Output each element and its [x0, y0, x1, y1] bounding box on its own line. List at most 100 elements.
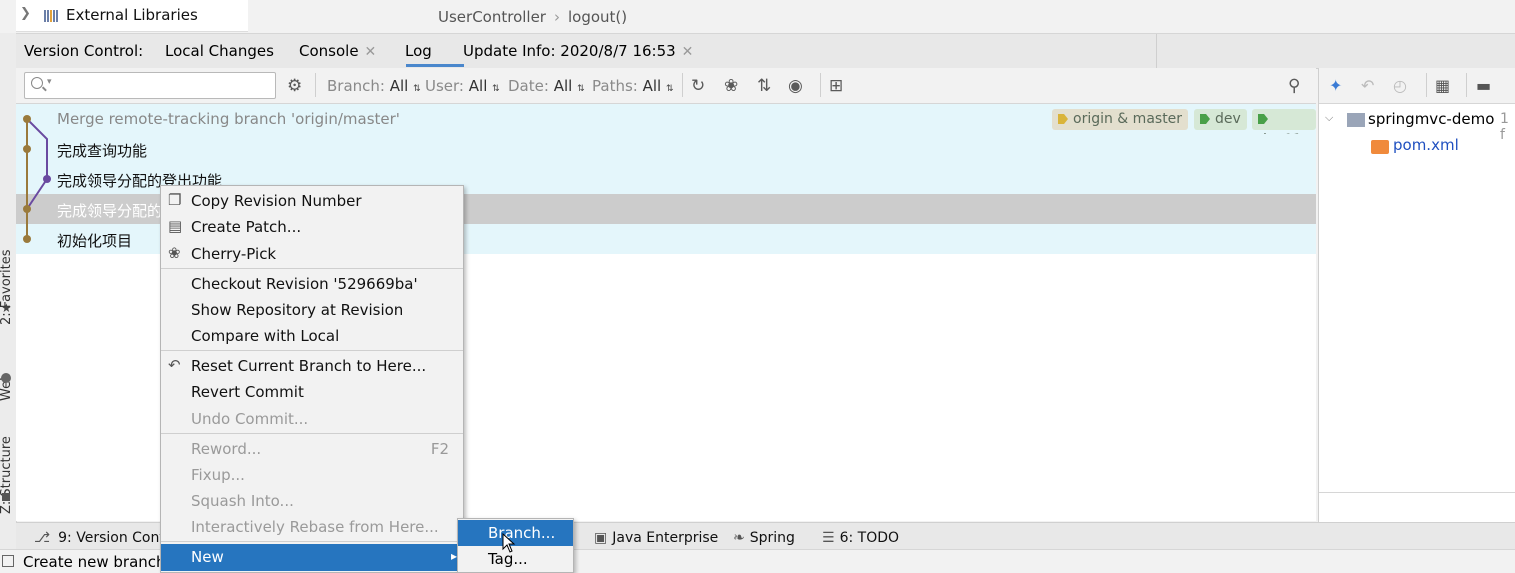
- history-icon[interactable]: ◴: [1393, 76, 1407, 95]
- java-enterprise-icon: ▣: [594, 530, 608, 546]
- menu-item-label: Revert Commit: [191, 383, 304, 401]
- filter-value: All: [389, 77, 409, 95]
- group-by-icon[interactable]: ▦: [1435, 76, 1450, 95]
- tab-console[interactable]: Console ✕: [299, 42, 376, 60]
- menu-item-cherry-pick[interactable]: ❀ Cherry-Pick: [161, 241, 463, 267]
- gear-icon[interactable]: ⚙: [287, 76, 302, 96]
- menu-item-label: Show Repository at Revision: [191, 301, 404, 319]
- cherry-pick-icon[interactable]: ❀: [724, 76, 738, 96]
- eye-icon[interactable]: ◉: [788, 76, 803, 96]
- updown-icon: ⇅: [413, 84, 421, 94]
- close-icon[interactable]: ✕: [365, 44, 377, 60]
- todo-tool-button[interactable]: ☰ 6: TODO: [822, 530, 899, 546]
- tab-log[interactable]: Log: [405, 42, 432, 60]
- date-filter[interactable]: Date: All ⇅: [508, 77, 585, 95]
- new-tab-icon[interactable]: ⊞: [829, 76, 843, 96]
- menu-item-copy-revision-number[interactable]: ❐ Copy Revision Number: [161, 188, 463, 214]
- menu-item-label: Interactively Rebase from Here...: [191, 518, 439, 536]
- breadcrumb-item[interactable]: logout(): [568, 8, 627, 26]
- refresh-icon[interactable]: ↻: [691, 76, 705, 96]
- tag-icon: [1058, 114, 1068, 124]
- ref-label: origin & master: [1073, 111, 1183, 127]
- divider: [682, 73, 683, 97]
- menu-item-label: Reset Current Branch to Here...: [191, 357, 427, 375]
- structure-tool-button[interactable]: Z: Structure: [0, 436, 14, 514]
- commit-node: [23, 205, 31, 213]
- menu-item-label: Undo Commit...: [191, 410, 309, 428]
- details-bottom-area: [1319, 492, 1515, 523]
- reset-icon: ↶: [168, 356, 181, 374]
- chevron-down-icon[interactable]: ⌵: [1325, 111, 1333, 125]
- filter-name: User:: [425, 77, 464, 95]
- menu-item-squash-into: Squash Into...: [161, 488, 463, 514]
- branch-filter[interactable]: Branch: All ⇅: [327, 77, 421, 95]
- menu-item-create-patch[interactable]: ▤ Create Patch...: [161, 214, 463, 240]
- tag-icon: [1258, 114, 1268, 124]
- project-tree-row-external-libraries[interactable]: ❯ External Libraries: [16, 0, 248, 32]
- status-toggle-icon[interactable]: [2, 555, 14, 567]
- tool-label: 6: TODO: [839, 530, 900, 546]
- menu-item-label: Copy Revision Number: [191, 192, 362, 210]
- spring-tool-button[interactable]: ❧ Spring: [733, 530, 795, 546]
- tag-icon: [1200, 114, 1210, 124]
- tab-local-changes[interactable]: Local Changes: [165, 42, 274, 60]
- search-history-dropdown-icon[interactable]: ▾: [47, 77, 52, 87]
- tab-update-info[interactable]: Update Info: 2020/8/7 16:53 ✕: [463, 42, 693, 60]
- menu-item-label: Create Patch...: [191, 218, 302, 236]
- menu-item-revert-commit[interactable]: Revert Commit: [161, 379, 463, 405]
- patch-icon: ▤: [168, 217, 183, 235]
- copy-icon: ❐: [168, 191, 182, 209]
- breadcrumb-separator-icon: ›: [553, 8, 560, 26]
- tab-label: Console: [299, 42, 359, 60]
- updown-icon: ⇅: [577, 84, 585, 94]
- sort-icon[interactable]: ⇅: [757, 76, 771, 96]
- paths-filter[interactable]: Paths: All ⇅: [592, 77, 674, 95]
- menu-item-reset-branch[interactable]: ↶ Reset Current Branch to Here...: [161, 353, 463, 379]
- changed-file-label[interactable]: pom.xml: [1393, 136, 1459, 154]
- layout-icon[interactable]: ▬: [1476, 76, 1491, 95]
- user-filter[interactable]: User: All ⇅: [425, 77, 500, 95]
- menu-item-compare-with-local[interactable]: Compare with Local: [161, 323, 463, 349]
- menu-item-label: Branch...: [488, 524, 556, 542]
- undo-icon[interactable]: ↶: [1361, 76, 1374, 95]
- commit-graph: [23, 115, 51, 243]
- menu-item-label: Fixup...: [191, 466, 245, 484]
- divider: [1156, 34, 1157, 68]
- tool-window-title: Version Control:: [24, 42, 144, 60]
- menu-item-new[interactable]: New ▸: [161, 544, 463, 571]
- search-icon[interactable]: ⚲: [1288, 76, 1300, 96]
- commit-node: [43, 175, 51, 183]
- menu-item-shortcut: F2: [430, 440, 449, 458]
- menu-item-show-repository[interactable]: Show Repository at Revision: [161, 297, 463, 323]
- ref-label: dev: [1215, 111, 1241, 127]
- close-icon[interactable]: ✕: [682, 44, 694, 60]
- log-search-input[interactable]: ▾: [24, 72, 276, 99]
- version-control-tabbar: Version Control: Local Changes Console ✕ …: [16, 33, 1515, 69]
- java-enterprise-tool-button[interactable]: ▣ Java Enterprise: [594, 530, 718, 546]
- menu-item-label: Checkout Revision '529669ba': [191, 275, 418, 293]
- menu-item-interactive-rebase: Interactively Rebase from Here...: [161, 514, 463, 540]
- tab-label: Log: [405, 42, 432, 60]
- mouse-cursor-icon: [502, 533, 516, 553]
- menu-item-undo-commit: Undo Commit...: [161, 406, 463, 432]
- maven-file-icon: [1371, 140, 1389, 154]
- menu-item-reword: Reword... F2: [161, 436, 463, 462]
- globe-icon: [1, 373, 11, 383]
- commit-row[interactable]: 完成查询功能: [16, 134, 1316, 164]
- tab-label: Update Info: 2020/8/7 16:53: [463, 42, 676, 60]
- log-toolbar: ▾ ⚙ Branch: All ⇅ User: All ⇅ Date: All …: [16, 68, 1316, 104]
- commit-message: 完成查询功能: [57, 142, 148, 160]
- chevron-right-icon[interactable]: ❯: [20, 6, 31, 21]
- commit-row[interactable]: Merge remote-tracking branch 'origin/mas…: [16, 104, 1316, 148]
- breadcrumb-item[interactable]: UserController: [438, 8, 546, 26]
- menu-item-fixup: Fixup...: [161, 462, 463, 488]
- commit-node: [23, 145, 31, 153]
- menu-item-label: Squash Into...: [191, 492, 294, 510]
- filter-name: Paths:: [592, 77, 638, 95]
- collapse-icon[interactable]: ✦: [1329, 76, 1342, 95]
- tree-root-label[interactable]: springmvc-demo: [1368, 110, 1494, 128]
- details-toolbar: ✦ ↶ ◴ ▦ ▬: [1319, 68, 1515, 104]
- breadcrumb: UserController › logout(): [438, 8, 627, 26]
- menu-item-checkout-revision[interactable]: Checkout Revision '529669ba': [161, 271, 463, 297]
- menu-separator: [161, 350, 463, 351]
